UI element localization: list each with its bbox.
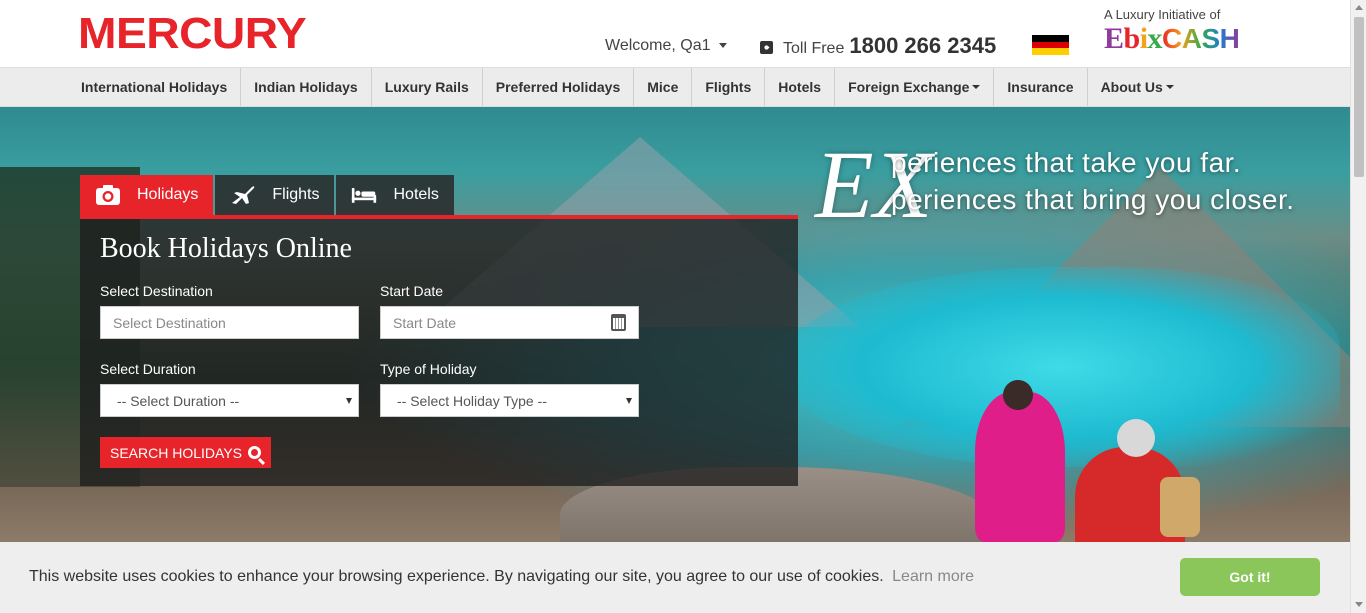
tagline-line-2: periences that bring you closer.	[891, 184, 1295, 215]
scroll-down-arrow-icon[interactable]	[1355, 602, 1363, 607]
nav-item-luxury-rails[interactable]: Luxury Rails	[372, 68, 483, 106]
toll-free-number: 1800 266 2345	[849, 33, 997, 58]
destination-placeholder: Select Destination	[113, 314, 226, 331]
site-header: MERCURY Welcome, Qa1 Toll Free 1800 266 …	[0, 0, 1350, 67]
hero-backpack	[1160, 477, 1200, 537]
main-navbar: International Holidays Indian Holidays L…	[0, 67, 1350, 107]
nav-item-indian-holidays[interactable]: Indian Holidays	[241, 68, 372, 106]
chevron-down-icon	[346, 398, 352, 404]
start-date-label: Start Date	[380, 283, 444, 299]
hero-tagline: EX periences that take you far. perience…	[815, 137, 1345, 237]
chevron-down-icon	[626, 398, 632, 404]
form-title: Book Holidays Online	[100, 233, 352, 264]
duration-select[interactable]: -- Select Duration --	[100, 384, 359, 417]
nav-item-hotels[interactable]: Hotels	[765, 68, 836, 106]
ebix-tagline: A Luxury Initiative of	[1104, 7, 1221, 22]
destination-label: Select Destination	[100, 283, 213, 299]
mercury-logo[interactable]: MERCURY	[78, 12, 307, 56]
toll-free-contact: Toll Free 1800 266 2345	[760, 33, 996, 59]
holiday-type-selected: -- Select Holiday Type --	[397, 392, 547, 409]
duration-selected: -- Select Duration --	[117, 392, 240, 409]
start-date-input[interactable]: Start Date	[380, 306, 639, 339]
tab-flights[interactable]: Flights	[215, 175, 335, 215]
toll-free-label: Toll Free	[783, 40, 845, 57]
booking-tabs: Holidays Flights Hotels	[80, 175, 456, 215]
cookie-message: This website uses cookies to enhance you…	[29, 568, 974, 586]
learn-more-link[interactable]: Learn more	[892, 568, 974, 585]
nav-item-about-us[interactable]: About Us	[1088, 68, 1187, 106]
nav-item-foreign-exchange[interactable]: Foreign Exchange	[835, 68, 995, 106]
nav-item-flights[interactable]: Flights	[692, 68, 766, 106]
germany-flag-icon[interactable]	[1032, 35, 1069, 55]
chevron-down-icon	[972, 85, 981, 89]
search-button-label: SEARCH HOLIDAYS	[110, 444, 242, 461]
phone-icon	[760, 41, 773, 54]
calendar-icon[interactable]	[611, 314, 626, 331]
page-scrollbar[interactable]	[1350, 0, 1366, 613]
nav-item-international-holidays[interactable]: International Holidays	[68, 68, 242, 106]
nav-item-preferred-holidays[interactable]: Preferred Holidays	[483, 68, 635, 106]
hero-traveler	[975, 380, 1065, 542]
camera-icon	[96, 185, 120, 205]
search-icon	[248, 446, 261, 459]
bed-icon	[352, 188, 377, 203]
nav-menu: International Holidays Indian Holidays L…	[68, 68, 1187, 108]
holiday-type-select[interactable]: -- Select Holiday Type --	[380, 384, 639, 417]
welcome-user-menu[interactable]: Welcome, Qa1	[605, 37, 727, 55]
chevron-down-icon	[1165, 85, 1174, 89]
holiday-type-label: Type of Holiday	[380, 361, 477, 377]
airplane-icon	[232, 186, 255, 204]
destination-input[interactable]: Select Destination	[100, 306, 359, 339]
scroll-up-arrow-icon[interactable]	[1355, 5, 1363, 10]
scroll-thumb[interactable]	[1354, 17, 1364, 177]
cookie-text: This website uses cookies to enhance you…	[29, 568, 884, 585]
duration-label: Select Duration	[100, 361, 196, 377]
page: MERCURY Welcome, Qa1 Toll Free 1800 266 …	[0, 0, 1366, 613]
cookie-consent-bar: This website uses cookies to enhance you…	[0, 542, 1350, 613]
ebixcash-logo[interactable]: EbixCASH	[1104, 22, 1240, 56]
chevron-down-icon	[718, 43, 727, 49]
search-holidays-button[interactable]: SEARCH HOLIDAYS	[100, 437, 271, 468]
nav-item-insurance[interactable]: Insurance	[994, 68, 1088, 106]
tab-holidays[interactable]: Holidays	[80, 175, 214, 215]
welcome-text: Welcome, Qa1	[605, 37, 711, 54]
tagline-line-1: periences that take you far.	[891, 147, 1242, 178]
cookie-accept-button[interactable]: Got it!	[1180, 558, 1320, 596]
holiday-booking-form: Book Holidays Online Select Destination …	[80, 215, 798, 486]
tab-hotels[interactable]: Hotels	[336, 175, 454, 215]
nav-item-mice[interactable]: Mice	[634, 68, 693, 106]
start-date-placeholder: Start Date	[393, 314, 457, 331]
